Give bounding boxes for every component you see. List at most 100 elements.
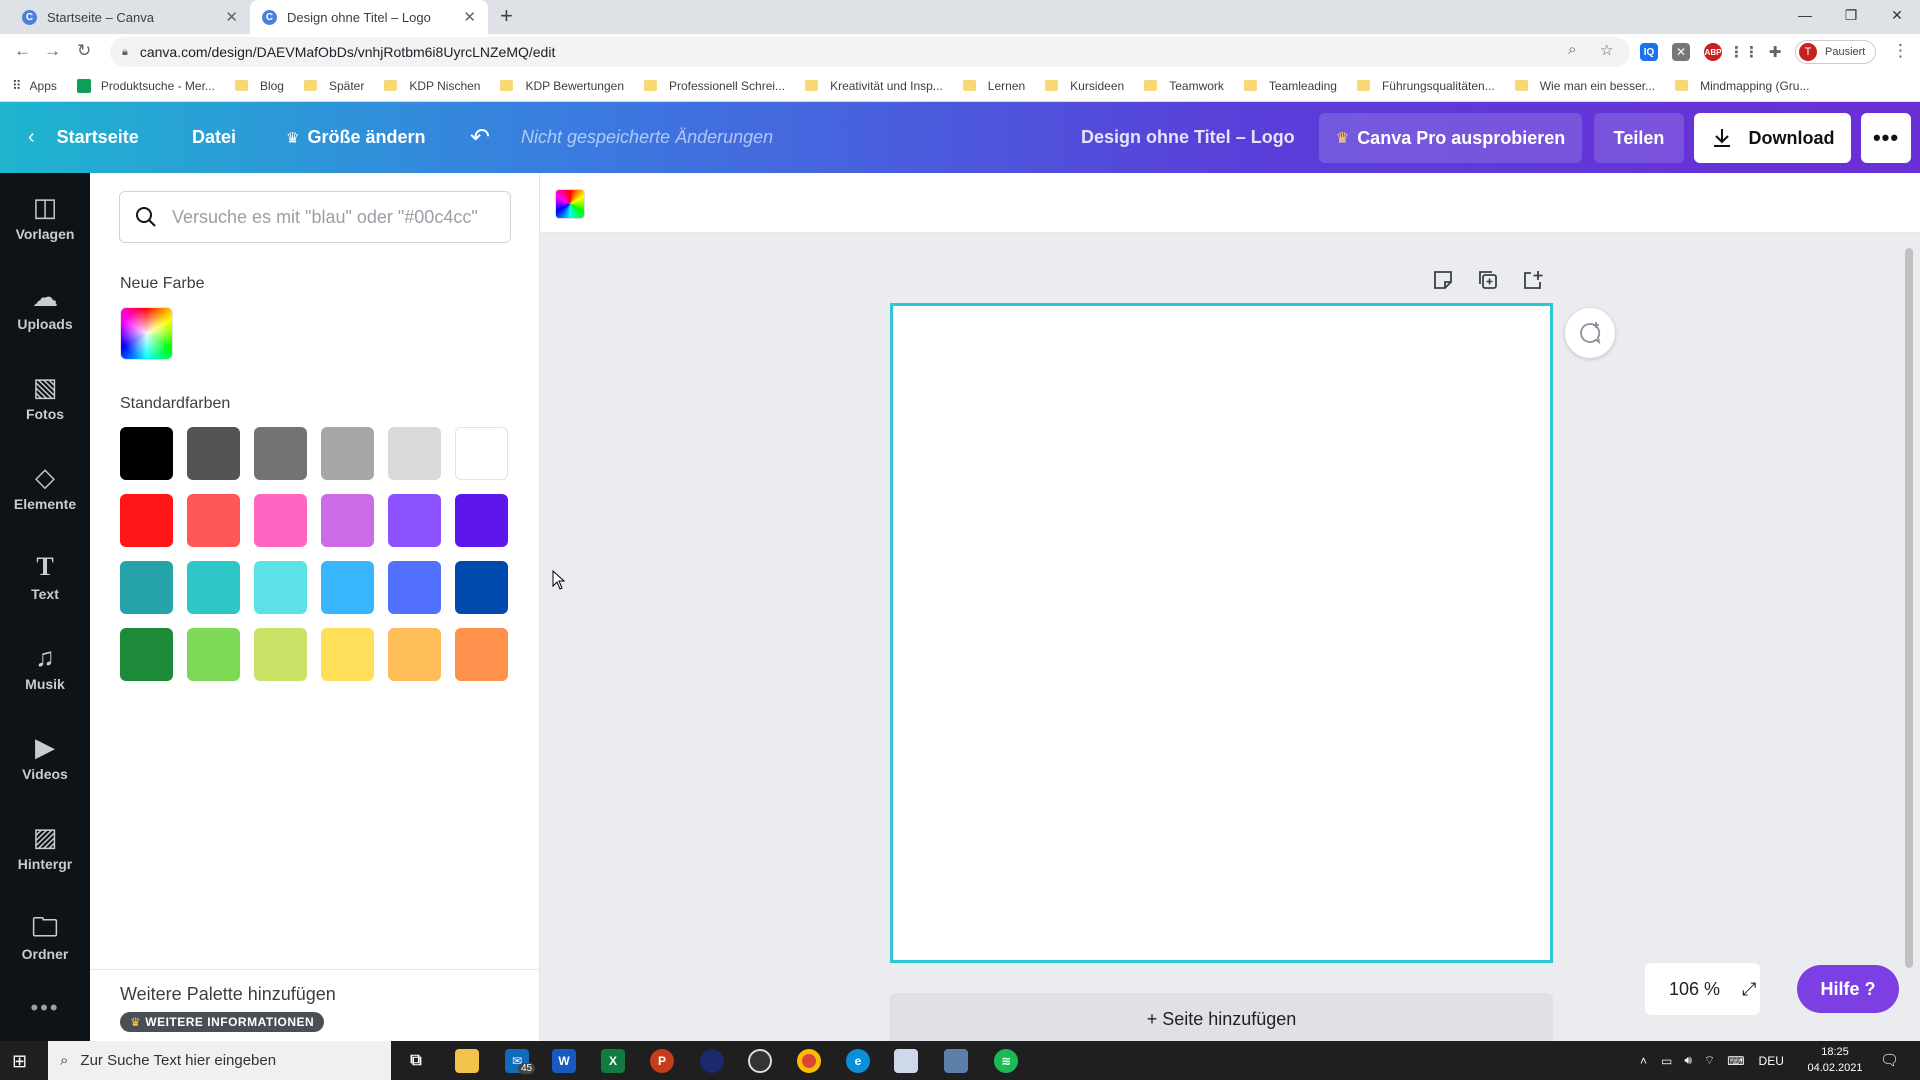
bookmark-apps[interactable]: ⠿ Apps: [12, 78, 57, 94]
color-swatch[interactable]: [254, 628, 307, 681]
bookmark-item[interactable]: Führungsqualitäten...: [1356, 79, 1495, 93]
app-icon[interactable]: [700, 1049, 724, 1073]
more-apps-icon[interactable]: •••: [0, 995, 90, 1021]
download-button[interactable]: Download: [1694, 113, 1851, 163]
network-icon[interactable]: ⌔: [1704, 1053, 1715, 1068]
task-view-icon[interactable]: ⧉: [404, 1049, 428, 1073]
edge-icon[interactable]: e: [846, 1049, 870, 1073]
bookmark-item[interactable]: Professionell Schrei...: [644, 79, 785, 93]
bookmark-item[interactable]: Später: [303, 79, 364, 93]
grid-extension-icon[interactable]: ⋮⋮: [1729, 43, 1759, 61]
more-info-badge[interactable]: ♛ WEITERE INFORMATIONEN: [120, 1012, 325, 1032]
color-swatch[interactable]: [120, 561, 173, 614]
sidebar-item-videos[interactable]: ▶ Videos: [0, 713, 90, 803]
bookmark-item[interactable]: KDP Nischen: [384, 79, 480, 93]
color-swatch[interactable]: [187, 427, 240, 480]
powerpoint-icon[interactable]: P: [650, 1049, 674, 1073]
color-swatch[interactable]: [455, 628, 508, 681]
sidebar-item-elemente[interactable]: ◇ Elemente: [0, 443, 90, 533]
bookmark-item[interactable]: Wie man ein besser...: [1514, 79, 1655, 93]
minimize-button[interactable]: —: [1782, 0, 1828, 30]
color-swatch[interactable]: [120, 494, 173, 547]
bookmark-item[interactable]: Produktsuche - Mer...: [76, 78, 215, 93]
close-window-button[interactable]: ✕: [1874, 0, 1920, 30]
help-button[interactable]: Hilfe ?: [1797, 965, 1899, 1013]
file-explorer-icon[interactable]: [455, 1049, 479, 1073]
back-arrow-icon[interactable]: ←: [14, 41, 31, 61]
bookmark-item[interactable]: Lernen: [962, 79, 1025, 93]
background-color-button[interactable]: [555, 189, 585, 219]
battery-icon[interactable]: ▭: [1661, 1054, 1672, 1068]
color-swatch[interactable]: [254, 494, 307, 547]
puzzle-icon[interactable]: ✚: [1766, 43, 1784, 61]
vertical-scrollbar[interactable]: [1905, 248, 1913, 968]
bookmark-item[interactable]: Mindmapping (Gru...: [1675, 79, 1809, 93]
sidebar-item-fotos[interactable]: ▧ Fotos: [0, 353, 90, 443]
word-icon[interactable]: W: [552, 1049, 576, 1073]
browser-tab-startseite[interactable]: C Startseite – Canva ✕: [10, 0, 250, 34]
color-swatch[interactable]: [187, 561, 240, 614]
browser-tab-design[interactable]: C Design ohne Titel – Logo ✕: [250, 0, 488, 34]
color-swatch[interactable]: [120, 628, 173, 681]
resize-button[interactable]: ♛ Größe ändern: [286, 102, 425, 173]
bookmark-item[interactable]: Teamwork: [1144, 79, 1224, 93]
undo-icon[interactable]: ↶: [470, 102, 490, 173]
add-page-button[interactable]: + Seite hinzufügen: [890, 993, 1553, 1041]
sidebar-item-musik[interactable]: ♫ Musik: [0, 623, 90, 713]
more-options-button[interactable]: •••: [1861, 113, 1911, 163]
zoom-icon[interactable]: ⌕: [1568, 41, 1576, 58]
color-swatch[interactable]: [321, 427, 374, 480]
color-swatch[interactable]: [120, 427, 173, 480]
extension-icon[interactable]: ✕: [1672, 43, 1690, 61]
bookmark-item[interactable]: KDP Bewertungen: [500, 79, 624, 93]
windows-start-icon[interactable]: ⊞: [12, 1051, 27, 1072]
zoom-level[interactable]: 106 %: [1669, 979, 1720, 1000]
notification-icon[interactable]: 🗨︎: [1880, 1051, 1899, 1069]
close-icon[interactable]: ✕: [463, 8, 476, 26]
bookmark-star-icon[interactable]: ☆: [1600, 41, 1613, 59]
new-tab-button[interactable]: +: [500, 3, 513, 29]
color-search-input[interactable]: [172, 206, 492, 228]
color-swatch[interactable]: [455, 427, 508, 480]
home-button[interactable]: ‹ Startseite: [28, 102, 139, 173]
design-title[interactable]: Design ohne Titel – Logo: [1081, 102, 1295, 173]
color-swatch[interactable]: [388, 494, 441, 547]
chrome-menu-icon[interactable]: ⋮: [1892, 41, 1909, 61]
color-swatch[interactable]: [455, 561, 508, 614]
spotify-icon[interactable]: ≋: [994, 1049, 1018, 1073]
sidebar-item-ordner[interactable]: 🗀 Ordner: [0, 893, 90, 983]
close-icon[interactable]: ✕: [225, 8, 238, 26]
sidebar-item-vorlagen[interactable]: ◫ Vorlagen: [0, 173, 90, 263]
sidebar-item-uploads[interactable]: ☁ Uploads: [0, 263, 90, 353]
iq-extension-icon[interactable]: IQ: [1640, 43, 1658, 61]
bookmark-item[interactable]: Blog: [234, 79, 284, 93]
bookmark-item[interactable]: Kursideen: [1045, 79, 1124, 93]
add-new-color-button[interactable]: [120, 307, 173, 360]
try-canva-pro-button[interactable]: ♛ Canva Pro ausprobieren: [1319, 113, 1582, 163]
app-window-icon[interactable]: [944, 1049, 968, 1073]
url-field[interactable]: 🔒︎ canva.com/design/DAEVMafObDs/vnhjRotb…: [110, 37, 1630, 67]
sidebar-item-hintergrund[interactable]: ▨ Hintergr: [0, 803, 90, 893]
color-swatch[interactable]: [388, 427, 441, 480]
duplicate-page-icon[interactable]: [1475, 267, 1501, 293]
color-swatch[interactable]: [388, 561, 441, 614]
sidebar-item-text[interactable]: T Text: [0, 533, 90, 623]
forward-arrow-icon[interactable]: →: [44, 41, 61, 61]
add-palette-link[interactable]: Weitere Palette hinzufügen: [120, 984, 336, 1005]
bookmark-item[interactable]: Kreativität und Insp...: [805, 79, 943, 93]
file-menu-button[interactable]: Datei: [192, 102, 236, 173]
note-icon[interactable]: [1430, 267, 1456, 293]
restore-button[interactable]: ❐: [1828, 0, 1874, 30]
system-clock[interactable]: 18:25 04.02.2021: [1805, 1044, 1865, 1076]
input-language[interactable]: DEU: [1759, 1054, 1784, 1068]
volume-icon[interactable]: 🔊︎: [1684, 1053, 1692, 1068]
app-window-icon[interactable]: [894, 1049, 918, 1073]
adblock-icon[interactable]: ABP: [1704, 43, 1722, 61]
keyboard-icon[interactable]: ⌨: [1727, 1054, 1744, 1068]
excel-icon[interactable]: X: [601, 1049, 625, 1073]
color-swatch[interactable]: [321, 628, 374, 681]
color-swatch[interactable]: [321, 494, 374, 547]
obs-icon[interactable]: [748, 1049, 772, 1073]
color-swatch[interactable]: [455, 494, 508, 547]
color-swatch[interactable]: [321, 561, 374, 614]
